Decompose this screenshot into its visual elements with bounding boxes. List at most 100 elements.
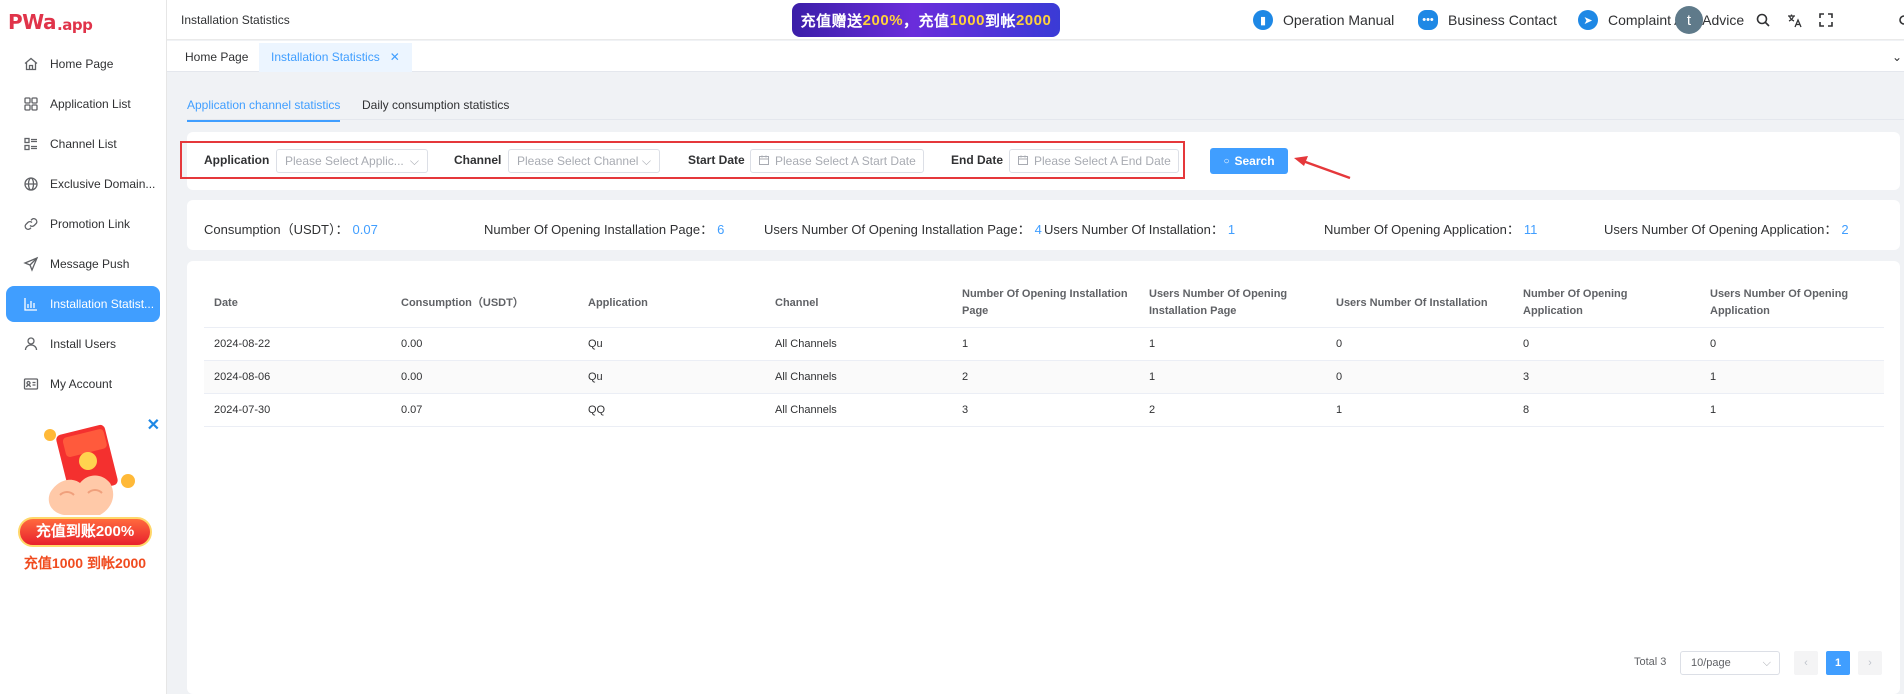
channel-label: Channel (454, 153, 502, 167)
sidebar: PWa .app Home Page Application List Chann… (0, 0, 167, 694)
sidebar-item-promotion-link[interactable]: Promotion Link (6, 206, 160, 242)
operation-manual-label: Operation Manual (1283, 12, 1395, 28)
sidebar-item-message-push[interactable]: Message Push (6, 246, 160, 282)
chevron-down-icon: ⌵ (1762, 657, 1771, 669)
table-row: 2024-08-22 0.00 Qu All Channels 1 1 0 0 … (204, 327, 1884, 361)
stat-opening-application: Number Of Opening Application： 11 (1324, 219, 1537, 238)
page-size-select[interactable]: 10/page ⌵ (1680, 651, 1780, 675)
next-page-button[interactable]: › (1858, 651, 1882, 675)
stat-label: Number Of Opening Installation Page： (484, 222, 714, 237)
table-row: 2024-07-30 0.07 QQ All Channels 3 2 1 8 … (204, 393, 1884, 427)
banner-highlight: 200% (862, 11, 904, 29)
stat-value: 11 (1523, 222, 1538, 237)
fullscreen-icon[interactable] (1818, 12, 1834, 28)
column-header: Users Number Of Opening Installation Pag… (1139, 280, 1326, 328)
sidebar-item-install-users[interactable]: Install Users (6, 326, 160, 362)
table-cell: 3 (1513, 360, 1700, 394)
sidebar-item-label: Application List (50, 97, 131, 111)
red-arrow-annotation (1294, 156, 1351, 180)
sidebar-item-label: Promotion Link (50, 217, 131, 231)
table-cell: 2024-07-30 (204, 393, 391, 427)
chevron-right-icon: › (1868, 657, 1872, 669)
table-cell: 1 (1700, 393, 1884, 427)
table-cell: All Channels (765, 393, 952, 427)
recharge-banner[interactable]: 充值赠送 200% ，充值 1000 到帐 2000 (792, 3, 1060, 37)
application-select[interactable]: Please Select Applic... ⌵ (276, 149, 428, 173)
table-cell: 2 (1139, 393, 1326, 427)
sidebar-item-label: Exclusive Domain... (50, 177, 156, 191)
stat-label: Users Number Of Opening Application： (1604, 222, 1838, 237)
operation-manual-link[interactable]: ▮ Operation Manual (1253, 10, 1394, 30)
avatar[interactable]: t (1675, 6, 1703, 34)
user-icon (22, 335, 40, 353)
sidebar-item-label: Home Page (50, 57, 114, 71)
stat-value: 0.07 (352, 222, 378, 237)
sidebar-item-channel-list[interactable]: Channel List (6, 126, 160, 162)
table-row: 2024-08-06 0.00 Qu All Channels 2 1 0 3 … (204, 360, 1884, 394)
page-tabs-bar: Home Page Installation Statistics ✕ ⌄ (167, 41, 1904, 72)
settings-icon[interactable] (1893, 12, 1904, 28)
table-cell: 2024-08-06 (204, 360, 391, 394)
table-cell: 1 (1139, 360, 1326, 394)
complaint-advice-link[interactable]: ➤ Complaint And Advice (1578, 10, 1744, 30)
stat-users-installation: Users Number Of Installation： 1 (1044, 219, 1235, 238)
stat-label: Users Number Of Opening Installation Pag… (764, 222, 1031, 237)
end-date-picker[interactable]: Please Select A End Date (1009, 149, 1179, 173)
column-header: Channel (765, 280, 952, 328)
table-cell: 1 (1700, 360, 1884, 394)
stat-value: 6 (717, 222, 725, 237)
stat-label: Users Number Of Installation： (1044, 222, 1224, 237)
table-cell: 2024-08-22 (204, 327, 391, 361)
account-card-icon (22, 375, 40, 393)
prev-page-button[interactable]: ‹ (1794, 651, 1818, 675)
table-header-row: Date Consumption（USDT） Application Chann… (204, 280, 1884, 328)
logo-suffix: .app (57, 16, 93, 34)
table-cell: Qu (578, 327, 765, 361)
stat-value: 2 (1841, 222, 1849, 237)
close-icon[interactable]: ✕ (147, 415, 160, 435)
banner-text: 充值赠送 (800, 12, 863, 30)
tab-label: Home Page (185, 50, 249, 64)
stat-value: 1 (1227, 222, 1236, 237)
column-header: Application (578, 280, 765, 328)
sidebar-item-my-account[interactable]: My Account (6, 366, 160, 402)
business-contact-link[interactable]: ••• Business Contact (1418, 10, 1557, 30)
sidebar-item-installation-statistics[interactable]: Installation Statist... (6, 286, 160, 322)
table-cell: 0 (1513, 327, 1700, 361)
stat-value: 4 (1034, 222, 1042, 237)
calendar-icon (759, 150, 769, 172)
list-icon (22, 135, 40, 153)
stat-users-opening-installation-page: Users Number Of Opening Installation Pag… (764, 219, 1042, 238)
promo-ad[interactable]: ✕ 充值到账200% 充值1000 到帐2000 (10, 415, 160, 575)
channel-select[interactable]: Please Select Channel ⌵ (508, 149, 660, 173)
search-button[interactable]: ○ Search (1210, 148, 1288, 174)
sidebar-item-exclusive-domain[interactable]: Exclusive Domain... (6, 166, 160, 202)
start-date-picker[interactable]: Please Select A Start Date (750, 149, 924, 173)
table-cell: 0 (1326, 360, 1513, 394)
logo-text: PWa (8, 10, 57, 34)
table-cell: 0.07 (391, 393, 578, 427)
table-cell: 0.00 (391, 360, 578, 394)
sidebar-item-home[interactable]: Home Page (6, 46, 160, 82)
book-icon: ▮ (1253, 10, 1273, 30)
page-number-button[interactable]: 1 (1826, 651, 1850, 675)
chevron-down-icon[interactable]: ⌄ (1892, 50, 1902, 64)
logo[interactable]: PWa .app (0, 0, 166, 44)
application-placeholder: Please Select Applic... (285, 154, 404, 168)
close-icon[interactable]: ✕ (390, 50, 400, 64)
promo-subline: 充值1000 到帐2000 (23, 555, 147, 571)
table-cell: 2 (952, 360, 1139, 394)
tab-application-channel-statistics[interactable]: Application channel statistics (187, 98, 341, 122)
tab-home-page[interactable]: Home Page (173, 43, 260, 72)
start-date-placeholder: Please Select A Start Date (775, 154, 916, 168)
sidebar-item-label: My Account (50, 377, 113, 391)
search-icon[interactable] (1755, 12, 1771, 28)
tab-installation-statistics[interactable]: Installation Statistics ✕ (259, 43, 412, 72)
tab-daily-consumption-statistics[interactable]: Daily consumption statistics (362, 98, 509, 120)
chevron-left-icon: ‹ (1804, 657, 1808, 669)
translate-icon[interactable] (1786, 12, 1802, 28)
column-header: Users Number Of Opening Application (1700, 280, 1884, 328)
statistics-table: Date Consumption（USDT） Application Chann… (204, 280, 1884, 427)
sidebar-item-application-list[interactable]: Application List (6, 86, 160, 122)
banner-highlight: 2000 (1015, 11, 1052, 29)
